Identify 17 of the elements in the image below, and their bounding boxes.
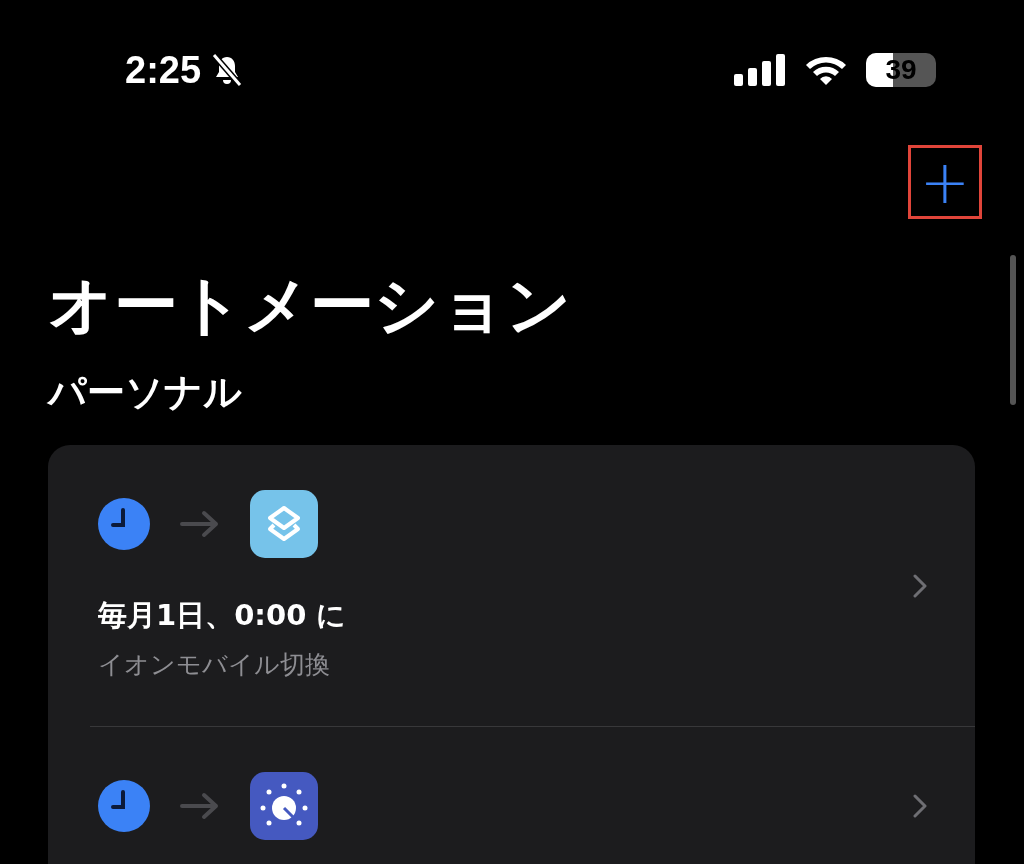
arrow-icon <box>180 509 220 539</box>
layers-app-icon <box>250 490 318 558</box>
wifi-icon <box>804 54 848 86</box>
page-title: オートメーション <box>48 267 572 344</box>
clock-icon <box>98 498 150 550</box>
chevron-icon <box>913 794 927 818</box>
chevron-icon <box>913 573 927 598</box>
automation-subtitle: イオンモバイル切換 <box>98 649 331 681</box>
dial-app-icon <box>250 772 318 840</box>
arrow-icon <box>180 791 220 821</box>
automation-title: 毎月1日、0:00 に <box>98 597 348 634</box>
automation-row[interactable]: 毎月1日、0:00 に イオンモバイル切換 <box>48 445 975 726</box>
signal-icon <box>734 54 786 86</box>
clock-icon <box>98 780 150 832</box>
status-time: 2:25 <box>125 48 202 92</box>
add-button[interactable]: + <box>908 145 982 219</box>
section-heading: パーソナル <box>48 369 242 416</box>
